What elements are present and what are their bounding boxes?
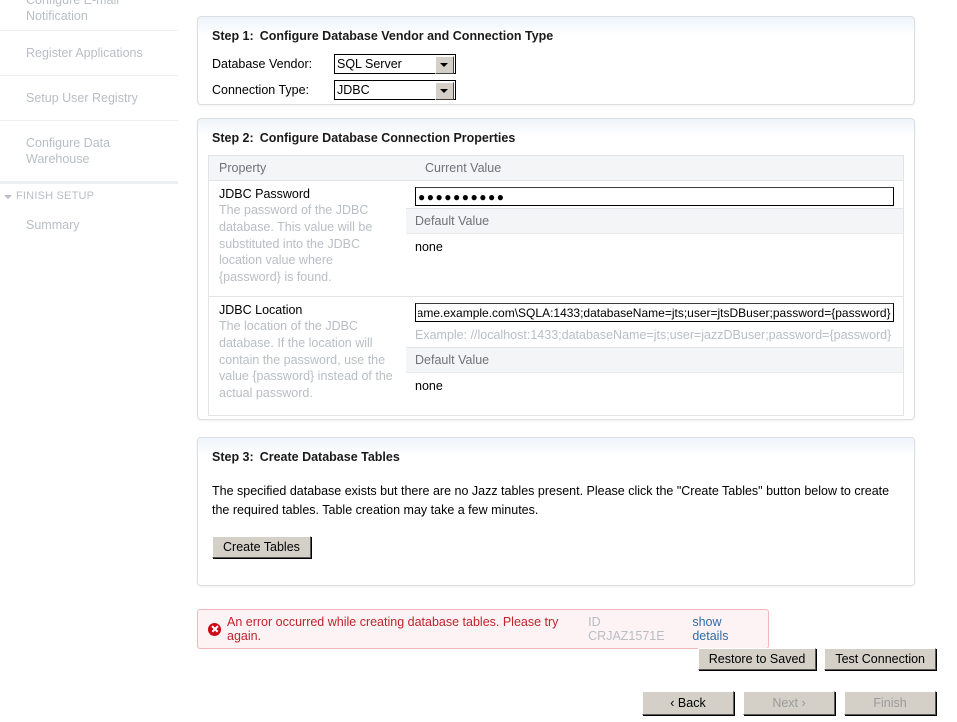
default-value-text: none [415, 379, 443, 393]
error-banner: An error occurred while creating databas… [197, 609, 769, 649]
create-tables-button-wrap: Create Tables [198, 520, 914, 572]
column-header-property: Property [219, 161, 267, 175]
sidebar-section-finish-setup[interactable]: FINISH SETUP [0, 184, 178, 208]
connection-type-select[interactable]: JDBC [334, 80, 456, 100]
finish-button: Finish [844, 691, 936, 715]
step1-number: Step 1: [212, 29, 254, 43]
table-row: JDBC Location The location of the JDBC d… [209, 297, 903, 416]
value-cell: Example: //localhost:1433;databaseName=j… [406, 297, 903, 415]
step2-title: Step 2: Configure Database Connection Pro… [198, 119, 914, 145]
step1-title: Step 1: Configure Database Vendor and Con… [198, 17, 914, 43]
property-description: The location of the JDBC database. If th… [219, 319, 393, 401]
step2-number: Step 2: [212, 131, 254, 145]
back-button[interactable]: ‹ Back [642, 691, 734, 715]
next-button: Next › [743, 691, 835, 715]
database-vendor-row: Database Vendor: SQL Server [198, 51, 914, 77]
column-header-current-value: Current Value [425, 161, 502, 175]
jdbc-password-input-wrap [406, 181, 903, 208]
step3-title-text: Create Database Tables [259, 450, 400, 464]
show-details-link[interactable]: show details [692, 615, 758, 643]
step2-title-text: Configure Database Connection Properties [259, 131, 516, 145]
property-name: JDBC Password [219, 187, 310, 201]
jdbc-location-input-wrap [406, 297, 903, 324]
sidebar-item-summary[interactable]: Summary [0, 208, 178, 242]
jdbc-location-example: Example: //localhost:1433;databaseName=j… [415, 328, 892, 342]
error-id: ID CRJAZ1571E [588, 615, 665, 643]
database-vendor-label: Database Vendor: [212, 57, 313, 71]
jdbc-location-input[interactable] [415, 303, 894, 322]
database-vendor-select-wrap: SQL Server [334, 54, 456, 74]
sidebar-item-configure-email-notification[interactable]: Configure E-mail Notification [0, 0, 178, 31]
step3-number: Step 3: [212, 450, 254, 464]
step3-description: The specified database exists but there … [212, 484, 890, 517]
test-connection-button[interactable]: Test Connection [824, 648, 936, 670]
sidebar-item-setup-user-registry[interactable]: Setup User Registry [0, 76, 178, 121]
sidebar-section-label: FINISH SETUP [16, 190, 95, 202]
cell-spacer [406, 264, 903, 296]
connection-actions: Restore to Saved Test Connection [697, 648, 936, 670]
chevron-down-icon [4, 195, 12, 199]
sidebar-item-register-applications[interactable]: Register Applications [0, 31, 178, 76]
step3-title: Step 3: Create Database Tables [198, 438, 914, 464]
jdbc-password-input[interactable] [415, 187, 894, 206]
step1-title-text: Configure Database Vendor and Connection… [259, 29, 554, 43]
value-cell: Default Value none [406, 181, 903, 296]
sidebar-item-label: Setup User Registry [26, 91, 138, 105]
step2-panel: Step 2: Configure Database Connection Pro… [197, 118, 915, 420]
create-tables-button[interactable]: Create Tables [212, 536, 311, 558]
default-value-text: none [415, 240, 443, 254]
step1-panel: Step 1: Configure Database Vendor and Con… [197, 16, 915, 105]
setup-content: Step 1: Configure Database Vendor and Con… [178, 0, 957, 722]
database-vendor-select[interactable]: SQL Server [334, 54, 456, 74]
property-name: JDBC Location [219, 303, 303, 317]
connection-type-select-wrap: JDBC [334, 80, 456, 100]
error-circle-icon [208, 622, 221, 636]
restore-to-saved-button[interactable]: Restore to Saved [697, 648, 817, 670]
default-value-label: Default Value [406, 347, 903, 373]
database-properties-table: Property Current Value JDBC Password The… [208, 155, 904, 416]
table-row: JDBC Password The password of the JDBC d… [209, 181, 903, 297]
cell-spacer [406, 403, 903, 415]
default-value-label: Default Value [406, 208, 903, 234]
property-cell: JDBC Location The location of the JDBC d… [209, 297, 406, 415]
setup-wizard-page: Configure E-mail Notification Register A… [0, 0, 957, 722]
step3-panel: Step 3: Create Database Tables The specif… [197, 437, 915, 586]
property-cell: JDBC Password The password of the JDBC d… [209, 181, 406, 296]
connection-type-label: Connection Type: [212, 83, 310, 97]
connection-type-row: Connection Type: JDBC [198, 77, 914, 103]
sidebar-item-label: Configure Data Warehouse [26, 136, 111, 166]
error-message: An error occurred while creating databas… [227, 615, 559, 643]
table-header-row: Property Current Value [209, 156, 903, 181]
setup-sidebar: Configure E-mail Notification Register A… [0, 0, 178, 722]
property-description: The password of the JDBC database. This … [219, 203, 373, 285]
sidebar-item-configure-data-warehouse[interactable]: Configure Data Warehouse [0, 121, 178, 182]
wizard-navigation: ‹ Back Next › Finish [642, 691, 936, 715]
sidebar-item-label: Summary [26, 218, 80, 232]
sidebar-item-label: Configure E-mail Notification [26, 0, 120, 23]
sidebar-item-label: Register Applications [26, 46, 143, 60]
